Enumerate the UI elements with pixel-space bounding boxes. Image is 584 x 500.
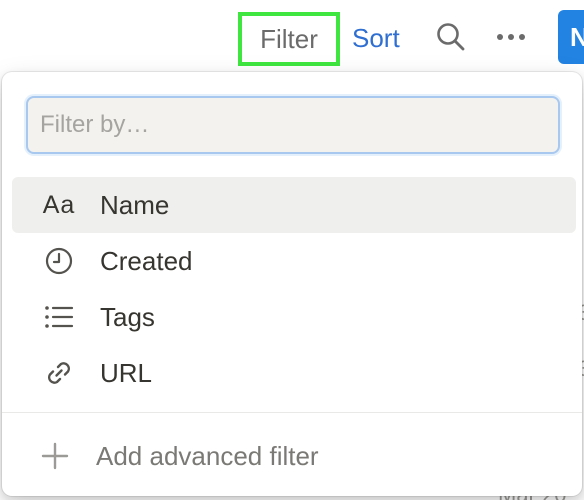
property-item-url[interactable]: URL [12, 345, 576, 401]
filter-search [26, 96, 560, 154]
link-icon [42, 356, 76, 390]
list-icon [42, 300, 76, 334]
menu-divider [2, 412, 582, 413]
more-horizontal-icon[interactable] [494, 24, 528, 50]
clock-icon [42, 244, 76, 278]
text-property-icon-glyph: Aa [42, 190, 76, 219]
add-advanced-filter-label: Add advanced filter [96, 440, 319, 471]
text-property-icon: Aa [42, 188, 76, 222]
property-item-created[interactable]: Created [12, 233, 576, 289]
property-label: Tags [100, 301, 155, 332]
database-toolbar: Filter Sort N [0, 0, 584, 72]
property-label: Created [100, 245, 193, 276]
new-button[interactable]: N [558, 10, 584, 64]
property-label: Name [100, 189, 170, 220]
search-icon[interactable] [434, 20, 468, 54]
sort-button[interactable]: Sort [352, 18, 400, 58]
property-label: URL [100, 357, 153, 388]
filter-search-input[interactable] [26, 96, 560, 154]
add-advanced-filter-button[interactable]: Add advanced filter [12, 428, 576, 484]
property-item-tags[interactable]: Tags [12, 289, 576, 345]
filter-button[interactable]: Filter [238, 12, 340, 66]
filter-property-menu: Aa Name Created Tags [2, 72, 582, 496]
plus-icon [38, 439, 72, 473]
property-item-name[interactable]: Aa Name [12, 177, 576, 233]
